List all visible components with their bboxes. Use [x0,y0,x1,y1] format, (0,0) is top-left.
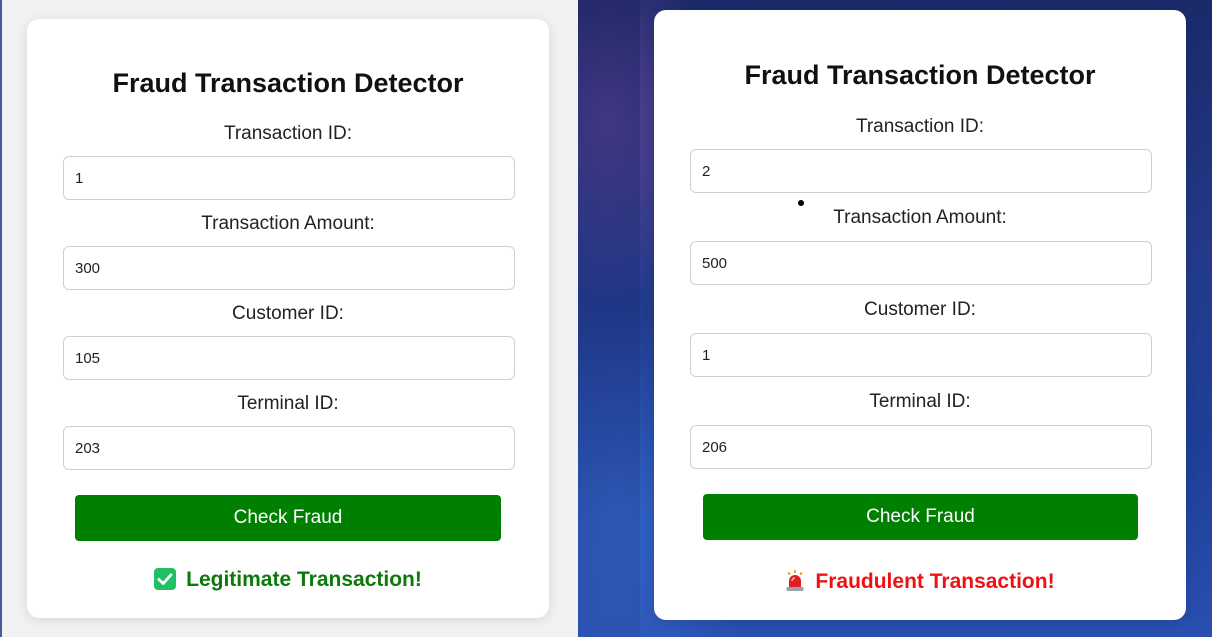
left-panel: Fraud Transaction Detector Transaction I… [0,0,578,637]
result-text: Fraudulent Transaction! [815,570,1055,593]
check-mark-icon [154,568,177,596]
customer-id-input[interactable] [63,336,515,380]
customer-id-label: Customer ID: [864,299,976,320]
result-text: Legitimate Transaction! [186,568,422,591]
transaction-id-label: Transaction ID: [855,116,985,137]
transaction-amount-input[interactable] [690,241,1152,285]
check-fraud-button[interactable]: Check Fraud [703,494,1138,540]
form-title: Fraud Transaction Detector [744,60,1096,90]
transaction-amount-input[interactable] [63,246,515,290]
check-fraud-button[interactable]: Check Fraud [75,495,501,541]
transaction-amount-label: Transaction Amount: [201,213,375,234]
transaction-amount-label: Transaction Amount: [833,207,1007,228]
terminal-id-label: Terminal ID: [237,393,339,414]
fraud-form-card-legit: Fraud Transaction Detector Transaction I… [27,19,549,618]
transaction-id-input[interactable] [63,156,515,200]
customer-id-label: Customer ID: [232,303,344,324]
siren-icon [785,570,805,598]
terminal-id-input[interactable] [690,425,1152,469]
right-panel: Fraud Transaction Detector Transaction I… [578,0,1212,637]
fraud-form-card-fraud: Fraud Transaction Detector Transaction I… [654,10,1186,620]
result-message: Fraudulent Transaction! [654,570,1186,598]
background-strip [578,0,640,637]
transaction-id-label: Transaction ID: [223,123,353,144]
mouse-cursor-dot [798,200,804,206]
terminal-id-input[interactable] [63,426,515,470]
form-title: Fraud Transaction Detector [112,68,464,98]
terminal-id-label: Terminal ID: [869,391,971,412]
result-message: Legitimate Transaction! [27,568,549,596]
transaction-id-input[interactable] [690,149,1152,193]
customer-id-input[interactable] [690,333,1152,377]
